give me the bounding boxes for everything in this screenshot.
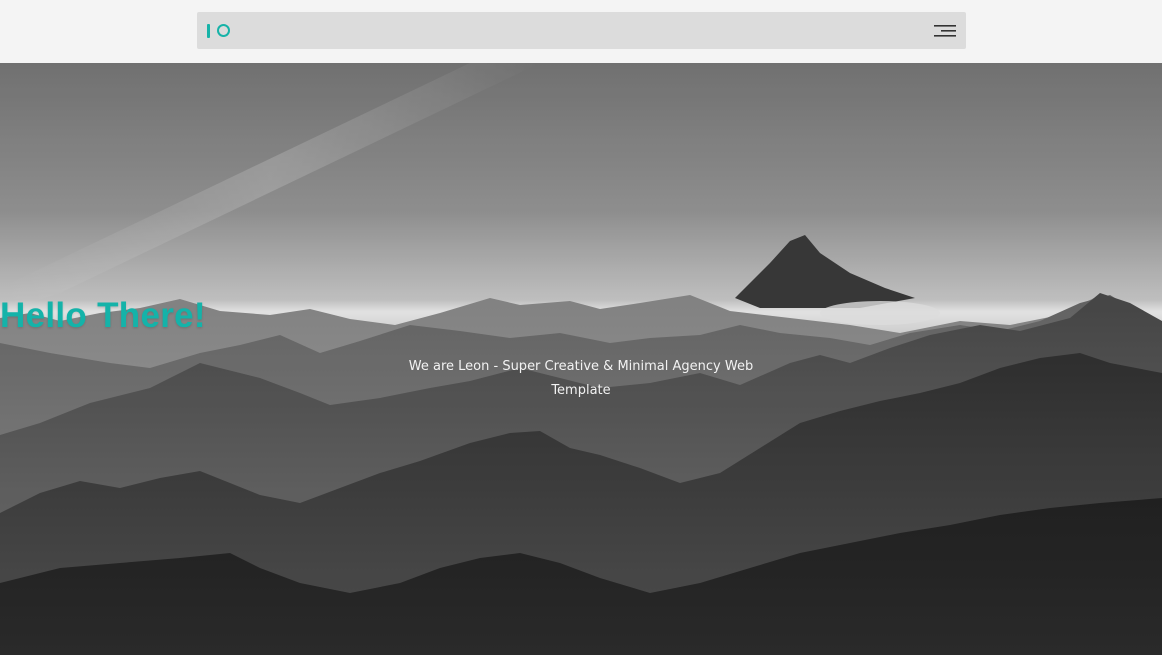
hero-title: Hello There!	[0, 296, 206, 335]
hamburger-menu-icon[interactable]	[934, 21, 956, 39]
top-header	[0, 0, 1162, 63]
logo-ring	[217, 24, 230, 37]
hero-section: Hello There! We are Leon - Super Creativ…	[0, 63, 1162, 655]
io-logo-icon[interactable]	[207, 12, 230, 49]
logo-bar	[207, 23, 210, 38]
hero-subtitle: We are Leon - Super Creative & Minimal A…	[408, 359, 754, 398]
navbar	[197, 12, 966, 49]
